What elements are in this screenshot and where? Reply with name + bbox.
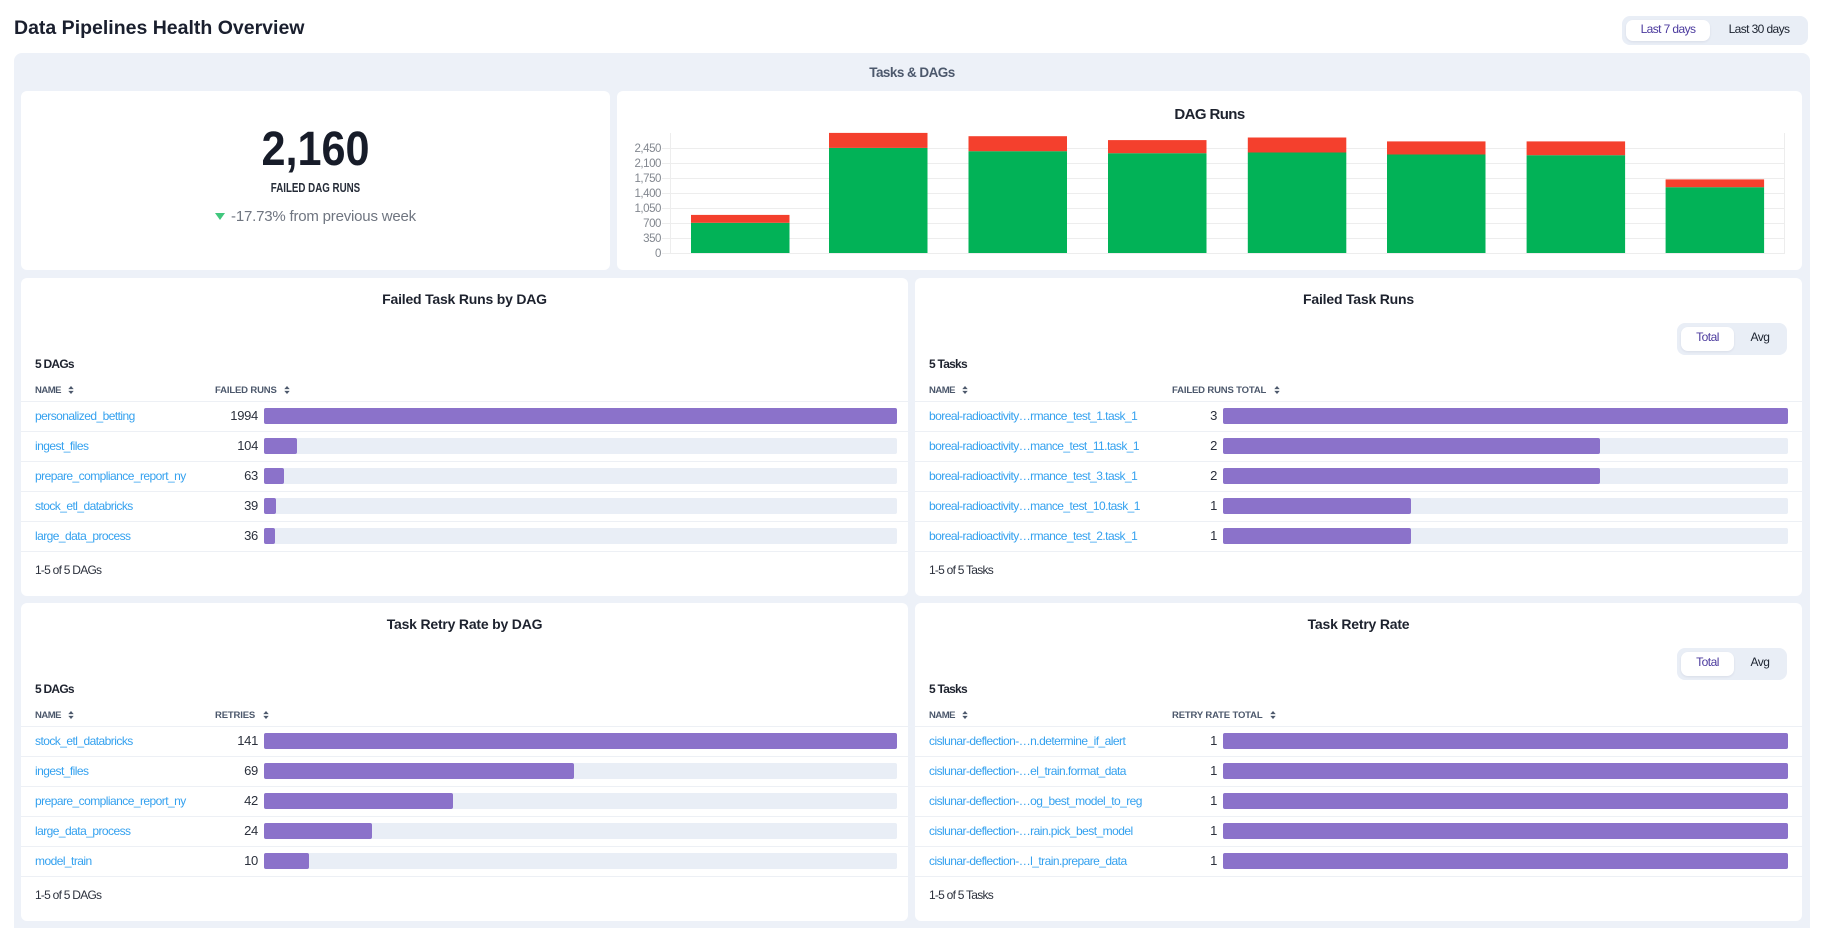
svg-text:2,450: 2,450 (634, 143, 661, 155)
svg-text:700: 700 (643, 218, 661, 230)
svg-text:1,750: 1,750 (634, 173, 661, 185)
svg-text:350: 350 (643, 233, 661, 245)
svg-text:1,050: 1,050 (634, 203, 661, 215)
svg-text:1,400: 1,400 (634, 188, 661, 200)
svg-text:0: 0 (655, 248, 661, 260)
svg-text:2,100: 2,100 (634, 158, 661, 170)
